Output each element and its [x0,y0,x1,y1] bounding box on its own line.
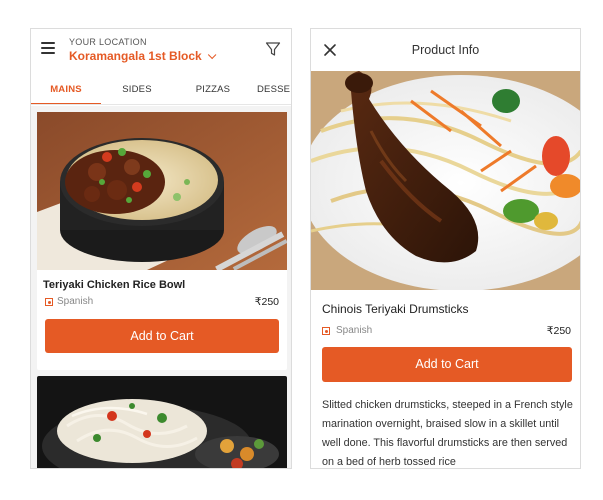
food-type-icon [322,327,330,335]
chevron-down-icon [207,50,217,60]
menu-item-card[interactable]: Teriyaki Chicken Rice Bowl Spanish ₹250 … [37,112,287,370]
menu-list: Teriyaki Chicken Rice Bowl Spanish ₹250 … [31,106,291,468]
menu-item-card[interactable] [37,376,287,468]
product-name: Chinois Teriyaki Drumsticks [322,302,469,316]
add-to-cart-button[interactable]: Add to Cart [322,347,572,382]
location-value: Koramangala 1st Block [69,49,202,63]
category-tabs: MAINS SIDES PIZZAS DESSERTS [31,75,291,105]
food-image [37,112,287,270]
product-image [311,71,580,290]
top-bar: YOUR LOCATION Koramangala 1st Block [31,29,291,73]
hamburger-icon[interactable] [41,42,55,54]
filter-icon[interactable] [265,41,281,57]
product-cuisine: Spanish [336,325,373,336]
item-cuisine: Spanish [57,296,94,307]
product-price: ₹250 [546,325,571,337]
product-description: Slitted chicken drumsticks, steeped in a… [322,399,573,468]
item-name: Teriyaki Chicken Rice Bowl [43,279,186,291]
food-image [37,376,287,468]
page-title: Product Info [411,43,480,57]
tab-pizzas[interactable]: PIZZAS [183,75,243,104]
top-bar: Product Info [311,29,580,71]
tab-sides[interactable]: SIDES [107,75,167,104]
location-caption: YOUR LOCATION [69,37,147,47]
food-type-icon [45,298,53,306]
tab-desserts[interactable]: DESSERTS [257,75,291,104]
tab-mains[interactable]: MAINS [31,75,101,104]
add-to-cart-button[interactable]: Add to Cart [45,319,279,353]
product-info-screen: Product Info Chinois Teriyaki Drumsticks… [310,28,581,469]
location-selector[interactable]: Koramangala 1st Block [69,49,217,63]
menu-screen: YOUR LOCATION Koramangala 1st Block MAIN… [30,28,292,469]
item-price: ₹250 [254,296,279,308]
